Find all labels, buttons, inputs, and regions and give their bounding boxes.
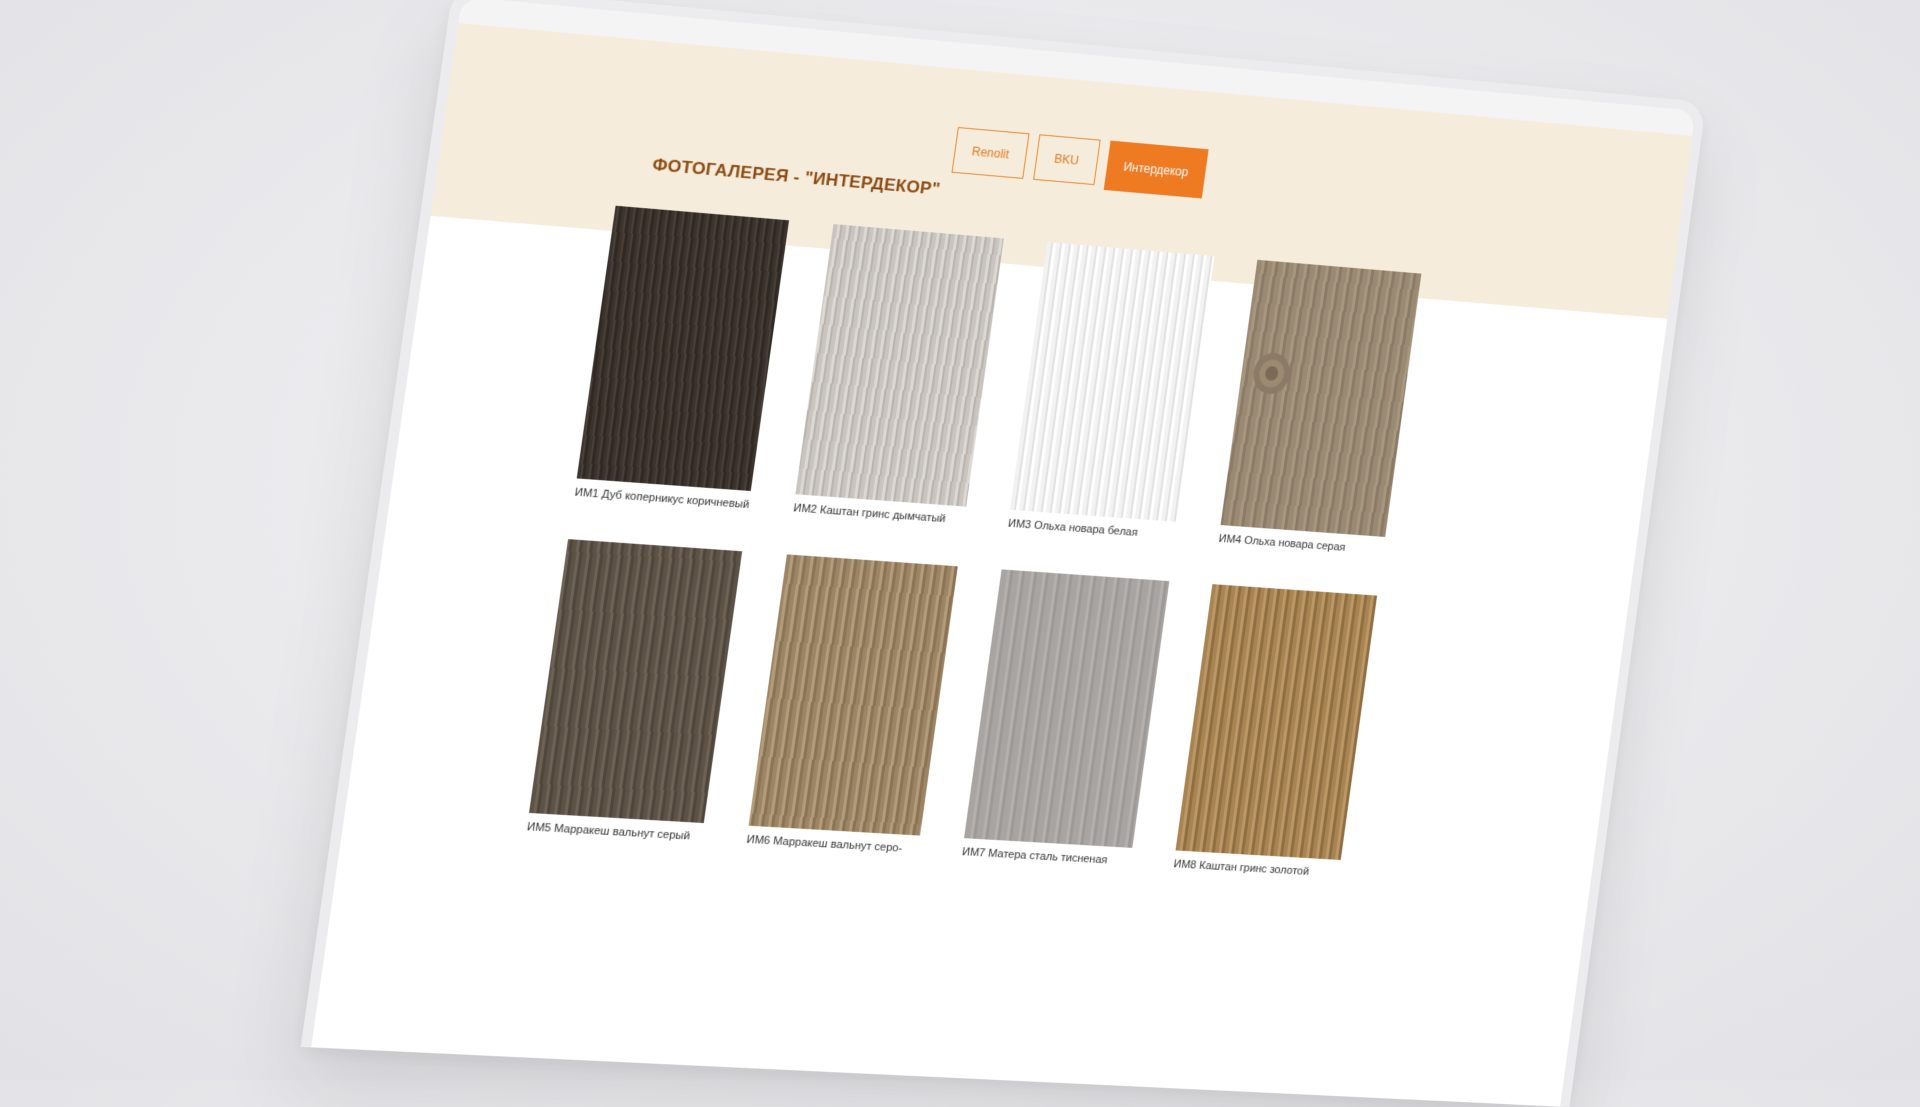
swatch-caption: ИМ5 Марракеш вальнут серый	[526, 821, 691, 843]
wood-swatch-image[interactable]	[1009, 242, 1215, 522]
wood-swatch-image[interactable]	[529, 539, 743, 824]
wood-swatch-image[interactable]	[748, 554, 958, 836]
gallery-grid: ИМ1 Дуб коперникус коричневый ИМ2 Каштан…	[526, 205, 1467, 883]
wood-swatch-image[interactable]	[795, 224, 1004, 507]
device-frame: Renolit BKU Интердекор ФОТОГАЛЕРЕЯ - "ИН…	[300, 0, 1707, 1107]
gallery-item[interactable]: ИМ6 Марракеш вальнут серо-	[746, 554, 978, 856]
gallery-item[interactable]: ИМ7 Матера сталь тисненая	[961, 569, 1189, 868]
tab-interdekor[interactable]: Интердекор	[1103, 140, 1209, 199]
gallery-item[interactable]: ИМ2 Каштан гринс дымчатый	[793, 224, 1024, 528]
screen: Renolit BKU Интердекор ФОТОГАЛЕРЕЯ - "ИН…	[311, 0, 1696, 1107]
wood-swatch-image[interactable]	[576, 205, 790, 492]
swatch-caption: ИМ1 Дуб коперникус коричневый	[573, 486, 751, 512]
gallery-item[interactable]: ИМ8 Каштан гринс золотой	[1173, 584, 1397, 881]
tab-bku[interactable]: BKU	[1032, 134, 1101, 186]
swatch-caption: ИМ7 Матера сталь тисненая	[961, 846, 1109, 867]
swatch-caption: ИМ6 Марракеш вальнут серо-	[745, 833, 904, 855]
swatch-caption: ИМ4 Ольха новара серая	[1217, 532, 1347, 554]
gallery-item[interactable]: ИМ1 Дуб коперникус коричневый	[573, 205, 809, 513]
gallery-item[interactable]: ИМ4 Ольха новара серая	[1217, 259, 1441, 558]
wood-swatch-image[interactable]	[964, 569, 1170, 848]
swatch-caption: ИМ8 Каштан гринс золотой	[1172, 858, 1310, 878]
gallery-item[interactable]: ИМ5 Марракеш вальнут серый	[526, 539, 762, 844]
gallery-item[interactable]: ИМ3 Ольха новара белая	[1007, 242, 1234, 543]
wood-swatch-image[interactable]	[1175, 584, 1378, 860]
wood-swatch-image[interactable]	[1220, 259, 1422, 537]
swatch-caption: ИМ3 Ольха новара белая	[1007, 517, 1139, 539]
swatch-caption: ИМ2 Каштан гринс дымчатый	[792, 502, 947, 526]
tab-renolit[interactable]: Renolit	[951, 127, 1030, 179]
